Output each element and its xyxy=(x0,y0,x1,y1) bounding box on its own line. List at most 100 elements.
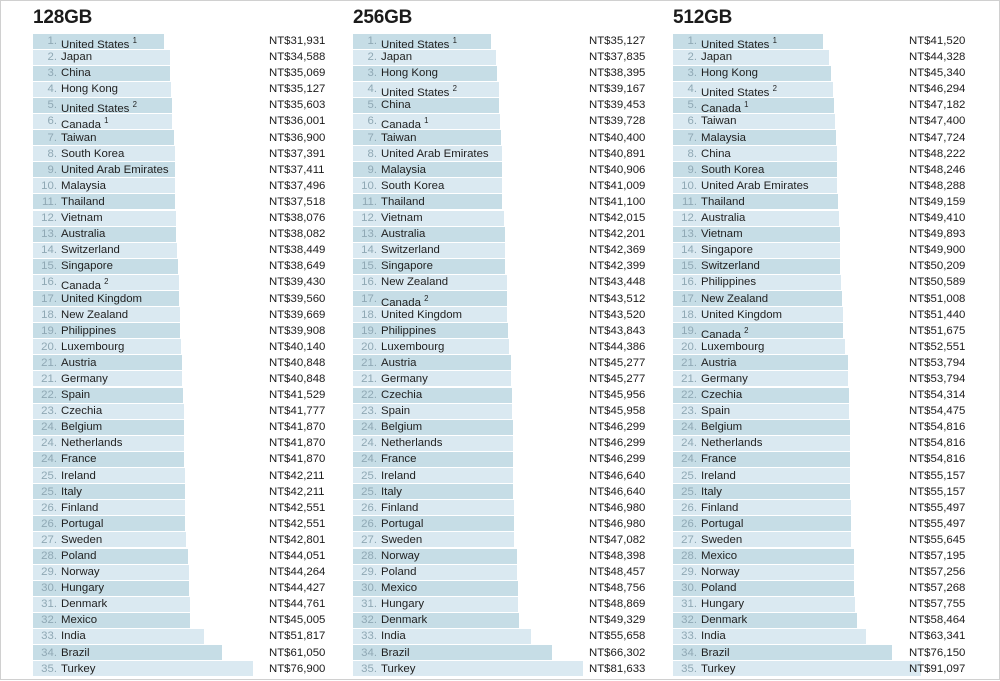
ranking-row[interactable]: 7. Malaysia NT$47,724 xyxy=(641,130,1000,146)
ranking-row[interactable]: 10. United Arab Emirates NT$48,288 xyxy=(641,178,1000,194)
ranking-row[interactable]: 35. Turkey NT$76,900 xyxy=(1,661,325,677)
ranking-row[interactable]: 21. Austria NT$53,794 xyxy=(641,355,1000,371)
ranking-row[interactable]: 27. Sweden NT$42,801 xyxy=(1,532,325,548)
ranking-row[interactable]: 5. Canada 1 NT$47,182 xyxy=(641,97,1000,115)
ranking-row[interactable]: 20. Luxembourg NT$40,140 xyxy=(1,339,325,355)
ranking-row[interactable]: 11. Thailand NT$41,100 xyxy=(321,194,645,210)
ranking-row[interactable]: 33. India NT$63,341 xyxy=(641,628,1000,644)
ranking-row[interactable]: 26. Finland NT$55,497 xyxy=(641,500,1000,516)
ranking-row[interactable]: 19. Philippines NT$43,843 xyxy=(321,323,645,339)
ranking-row[interactable]: 21. Germany NT$45,277 xyxy=(321,371,645,387)
ranking-row[interactable]: 22. Czechia NT$54,314 xyxy=(641,387,1000,403)
ranking-row[interactable]: 27. Sweden NT$47,082 xyxy=(321,532,645,548)
ranking-row[interactable]: 6. Canada 1 NT$36,001 xyxy=(1,113,325,131)
ranking-row[interactable]: 26. Finland NT$46,980 xyxy=(321,500,645,516)
ranking-row[interactable]: 24. France NT$41,870 xyxy=(1,451,325,467)
ranking-row[interactable]: 24. Belgium NT$54,816 xyxy=(641,419,1000,435)
ranking-row[interactable]: 15. Switzerland NT$50,209 xyxy=(641,258,1000,274)
ranking-row[interactable]: 17. Canada 2 NT$43,512 xyxy=(321,291,645,308)
ranking-row[interactable]: 3. Hong Kong NT$45,340 xyxy=(641,65,1000,81)
ranking-row[interactable]: 25. Ireland NT$55,157 xyxy=(641,468,1000,484)
ranking-row[interactable]: 32. Denmark NT$58,464 xyxy=(641,612,1000,628)
ranking-row[interactable]: 24. Netherlands NT$41,870 xyxy=(1,435,325,451)
ranking-row[interactable]: 4. United States 2 NT$46,294 xyxy=(641,81,1000,99)
ranking-row[interactable]: 3. China NT$35,069 xyxy=(1,65,325,81)
ranking-row[interactable]: 30. Mexico NT$48,756 xyxy=(321,580,645,596)
ranking-row[interactable]: 6. Canada 1 NT$39,728 xyxy=(321,113,645,131)
ranking-row[interactable]: 30. Hungary NT$44,427 xyxy=(1,580,325,596)
ranking-row[interactable]: 8. United Arab Emirates NT$40,891 xyxy=(321,146,645,162)
ranking-row[interactable]: 25. Ireland NT$42,211 xyxy=(1,468,325,484)
ranking-row[interactable]: 12. Vietnam NT$38,076 xyxy=(1,210,325,226)
ranking-row[interactable]: 22. Spain NT$41,529 xyxy=(1,387,325,403)
ranking-row[interactable]: 24. Netherlands NT$54,816 xyxy=(641,435,1000,451)
ranking-row[interactable]: 18. New Zealand NT$39,669 xyxy=(1,307,325,323)
ranking-row[interactable]: 5. United States 2 NT$35,603 xyxy=(1,97,325,115)
ranking-row[interactable]: 29. Norway NT$57,256 xyxy=(641,564,1000,580)
ranking-row[interactable]: 21. Austria NT$40,848 xyxy=(1,355,325,371)
ranking-row[interactable]: 23. Czechia NT$41,777 xyxy=(1,403,325,419)
ranking-row[interactable]: 9. South Korea NT$48,246 xyxy=(641,162,1000,178)
ranking-row[interactable]: 18. United Kingdom NT$43,520 xyxy=(321,307,645,323)
ranking-row[interactable]: 12. Australia NT$49,410 xyxy=(641,210,1000,226)
ranking-row[interactable]: 26. Portugal NT$46,980 xyxy=(321,516,645,532)
ranking-row[interactable]: 27. Sweden NT$55,645 xyxy=(641,532,1000,548)
ranking-row[interactable]: 24. France NT$46,299 xyxy=(321,451,645,467)
ranking-row[interactable]: 22. Czechia NT$45,956 xyxy=(321,387,645,403)
ranking-row[interactable]: 25. Italy NT$55,157 xyxy=(641,484,1000,500)
ranking-row[interactable]: 25. Italy NT$46,640 xyxy=(321,484,645,500)
ranking-row[interactable]: 19. Philippines NT$39,908 xyxy=(1,323,325,339)
ranking-row[interactable]: 16. Canada 2 NT$39,430 xyxy=(1,274,325,292)
ranking-row[interactable]: 23. Spain NT$54,475 xyxy=(641,403,1000,419)
ranking-row[interactable]: 25. Italy NT$42,211 xyxy=(1,484,325,500)
ranking-row[interactable]: 31. Denmark NT$44,761 xyxy=(1,596,325,612)
ranking-row[interactable]: 19. Canada 2 NT$51,675 xyxy=(641,323,1000,340)
ranking-row[interactable]: 2. Japan NT$37,835 xyxy=(321,49,645,65)
ranking-row[interactable]: 24. Belgium NT$41,870 xyxy=(1,419,325,435)
ranking-row[interactable]: 14. Switzerland NT$38,449 xyxy=(1,242,325,258)
ranking-row[interactable]: 24. Netherlands NT$46,299 xyxy=(321,435,645,451)
ranking-row[interactable]: 6. Taiwan NT$47,400 xyxy=(641,113,1000,129)
ranking-row[interactable]: 11. Thailand NT$37,518 xyxy=(1,194,325,210)
ranking-row[interactable]: 15. Singapore NT$38,649 xyxy=(1,258,325,274)
ranking-row[interactable]: 2. Japan NT$44,328 xyxy=(641,49,1000,65)
ranking-row[interactable]: 26. Portugal NT$42,551 xyxy=(1,516,325,532)
ranking-row[interactable]: 16. Philippines NT$50,589 xyxy=(641,274,1000,290)
ranking-row[interactable]: 34. Brazil NT$66,302 xyxy=(321,645,645,661)
ranking-row[interactable]: 31. Hungary NT$57,755 xyxy=(641,596,1000,612)
ranking-row[interactable]: 20. Luxembourg NT$52,551 xyxy=(641,339,1000,355)
ranking-row[interactable]: 21. Germany NT$53,794 xyxy=(641,371,1000,387)
ranking-row[interactable]: 12. Vietnam NT$42,015 xyxy=(321,210,645,226)
ranking-row[interactable]: 4. Hong Kong NT$35,127 xyxy=(1,81,325,97)
ranking-row[interactable]: 26. Finland NT$42,551 xyxy=(1,500,325,516)
ranking-row[interactable]: 23. Spain NT$45,958 xyxy=(321,403,645,419)
ranking-row[interactable]: 10. South Korea NT$41,009 xyxy=(321,178,645,194)
ranking-row[interactable]: 11. Thailand NT$49,159 xyxy=(641,194,1000,210)
ranking-row[interactable]: 17. New Zealand NT$51,008 xyxy=(641,291,1000,307)
ranking-row[interactable]: 21. Austria NT$45,277 xyxy=(321,355,645,371)
ranking-row[interactable]: 1. United States 1 NT$41,520 xyxy=(641,33,1000,51)
ranking-row[interactable]: 9. Malaysia NT$40,906 xyxy=(321,162,645,178)
ranking-row[interactable]: 18. United Kingdom NT$51,440 xyxy=(641,307,1000,323)
ranking-row[interactable]: 31. Hungary NT$48,869 xyxy=(321,596,645,612)
ranking-row[interactable]: 34. Brazil NT$61,050 xyxy=(1,645,325,661)
ranking-row[interactable]: 2. Japan NT$34,588 xyxy=(1,49,325,65)
ranking-row[interactable]: 20. Luxembourg NT$44,386 xyxy=(321,339,645,355)
ranking-row[interactable]: 16. New Zealand NT$43,448 xyxy=(321,274,645,290)
ranking-row[interactable]: 28. Poland NT$44,051 xyxy=(1,548,325,564)
ranking-row[interactable]: 32. Denmark NT$49,329 xyxy=(321,612,645,628)
ranking-row[interactable]: 1. United States 1 NT$35,127 xyxy=(321,33,645,51)
ranking-row[interactable]: 24. France NT$54,816 xyxy=(641,451,1000,467)
ranking-row[interactable]: 14. Switzerland NT$42,369 xyxy=(321,242,645,258)
ranking-row[interactable]: 32. Mexico NT$45,005 xyxy=(1,612,325,628)
ranking-row[interactable]: 28. Mexico NT$57,195 xyxy=(641,548,1000,564)
ranking-row[interactable]: 21. Germany NT$40,848 xyxy=(1,371,325,387)
ranking-row[interactable]: 17. United Kingdom NT$39,560 xyxy=(1,291,325,307)
ranking-row[interactable]: 13. Australia NT$42,201 xyxy=(321,226,645,242)
ranking-row[interactable]: 29. Norway NT$44,264 xyxy=(1,564,325,580)
ranking-row[interactable]: 7. Taiwan NT$36,900 xyxy=(1,130,325,146)
ranking-row[interactable]: 15. Singapore NT$42,399 xyxy=(321,258,645,274)
ranking-row[interactable]: 9. United Arab Emirates NT$37,411 xyxy=(1,162,325,178)
ranking-row[interactable]: 28. Norway NT$48,398 xyxy=(321,548,645,564)
ranking-row[interactable]: 13. Vietnam NT$49,893 xyxy=(641,226,1000,242)
